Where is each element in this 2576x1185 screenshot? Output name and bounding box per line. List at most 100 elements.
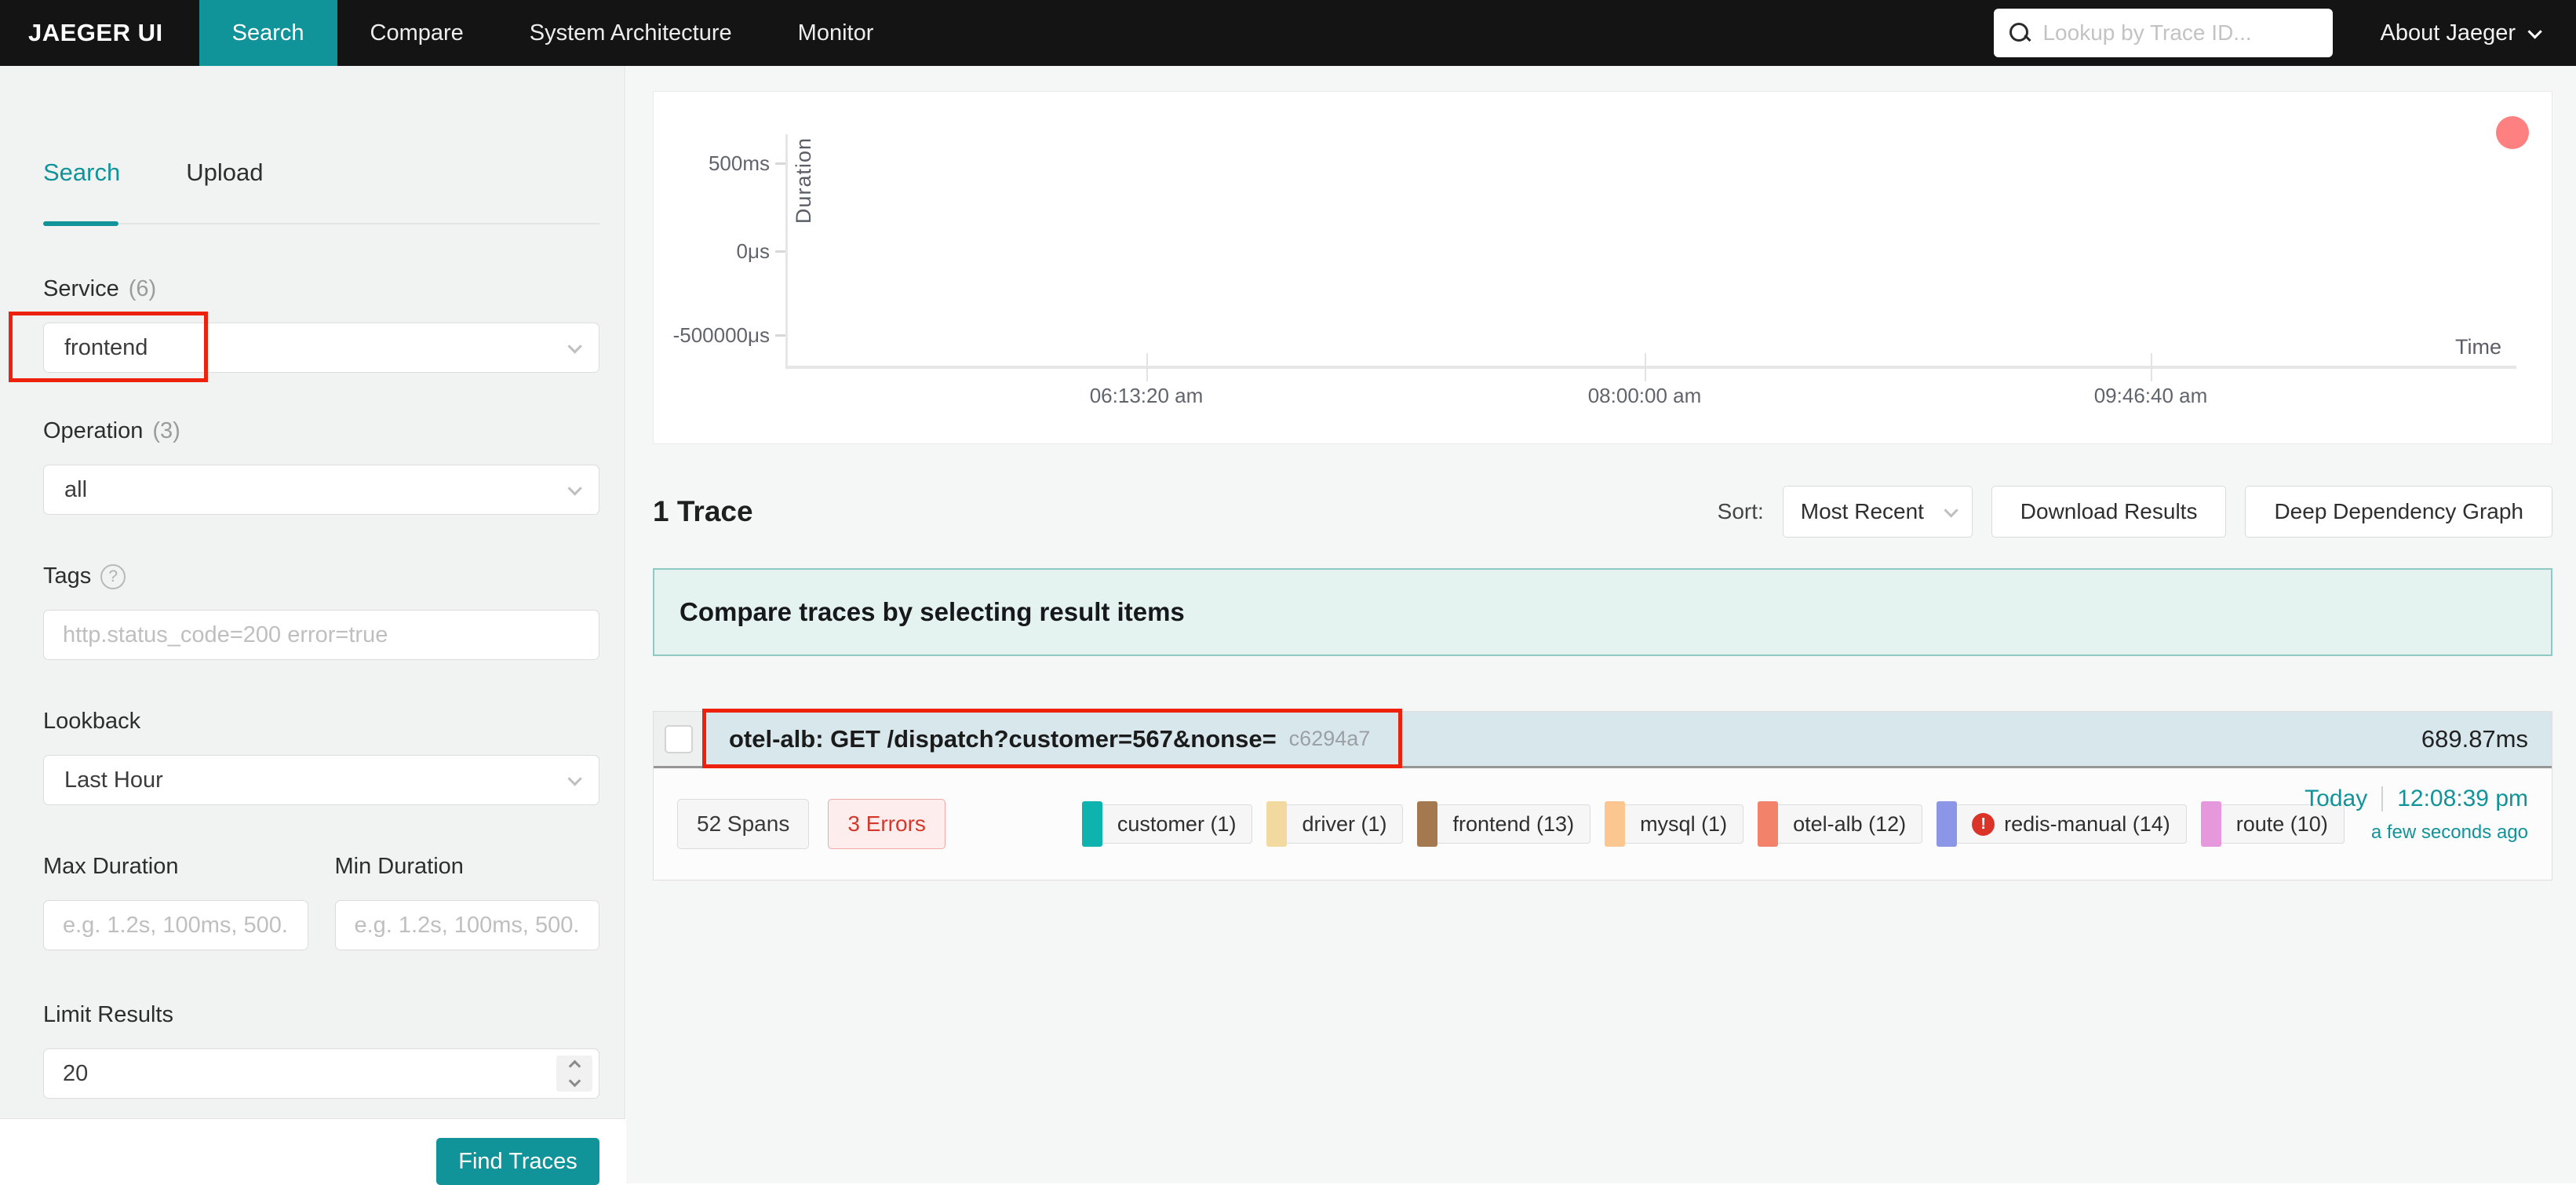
- min-duration-input[interactable]: [334, 900, 599, 950]
- y-axis-title: Duration: [792, 137, 815, 224]
- help-icon[interactable]: ?: [100, 563, 126, 589]
- operation-select[interactable]: all: [43, 465, 599, 515]
- tags-input[interactable]: [43, 610, 599, 660]
- compare-banner: Compare traces by selecting result items: [653, 568, 2552, 656]
- trace-result-card: otel-alb: GET /dispatch?customer=567&non…: [653, 709, 2552, 881]
- x-axis-line: [785, 366, 2516, 369]
- trace-id-search-box[interactable]: [1994, 9, 2334, 57]
- trace-count: 1 Trace: [653, 495, 753, 527]
- limit-results-label-text: Limit Results: [43, 1002, 173, 1027]
- error-icon: !: [1972, 812, 1995, 836]
- service-color-swatch: [1937, 801, 1958, 847]
- service-select[interactable]: frontend: [43, 323, 599, 373]
- trace-id-search-input[interactable]: [2042, 20, 2319, 46]
- service-color-swatch: [1605, 801, 1626, 847]
- max-duration-label-text: Max Duration: [43, 854, 179, 879]
- service-color-swatch: [1417, 801, 1438, 847]
- app-logo: JAEGER UI: [28, 19, 163, 46]
- trace-result-body: 52 Spans 3 Errors customer (1) driver (1…: [654, 768, 2552, 880]
- service-chip-redis-manual: ! redis-manual (14): [1937, 801, 2187, 847]
- tab-upload[interactable]: Upload: [186, 159, 263, 187]
- lookback-label: Lookback: [43, 709, 599, 735]
- chevron-down-icon: [568, 1074, 581, 1088]
- service-color-swatch: [1266, 801, 1288, 847]
- service-color-swatch: [1081, 801, 1102, 847]
- trace-scatter-point[interactable]: [2496, 116, 2529, 149]
- lookback-select[interactable]: Last Hour: [43, 755, 599, 805]
- nav-tab-monitor[interactable]: Monitor: [765, 0, 907, 66]
- service-select-value: frontend: [64, 334, 148, 360]
- nav-tab-search[interactable]: Search: [199, 0, 337, 66]
- x-tick-mark: [2151, 353, 2152, 381]
- y-tick-mark: [775, 334, 785, 337]
- service-chip-mysql: mysql (1): [1605, 801, 1744, 847]
- sort-label: Sort:: [1717, 499, 1764, 523]
- nav-tab-system-architecture[interactable]: System Architecture: [497, 0, 765, 66]
- limit-results-label: Limit Results: [43, 1002, 599, 1028]
- about-jaeger-menu[interactable]: About Jaeger: [2380, 20, 2542, 46]
- deep-dependency-graph-button[interactable]: Deep Dependency Graph: [2245, 486, 2552, 538]
- trace-id: c6294a7: [1288, 727, 1371, 750]
- trace-time: 12:08:39 pm: [2397, 786, 2528, 811]
- tab-search[interactable]: Search: [43, 159, 120, 187]
- about-jaeger-label: About Jaeger: [2380, 20, 2516, 46]
- service-label-text: Service: [43, 276, 119, 301]
- trace-title[interactable]: otel-alb: GET /dispatch?customer=567&non…: [729, 725, 1277, 753]
- x-tick-label: 06:13:20 am: [1089, 384, 1204, 407]
- tags-label-text: Tags: [43, 563, 92, 589]
- service-chip-frontend: frontend (13): [1417, 801, 1591, 847]
- service-chip-otel-alb: otel-alb (12): [1758, 801, 1923, 847]
- find-traces-button[interactable]: Find Traces: [436, 1138, 599, 1185]
- nav-tab-compare[interactable]: Compare: [337, 0, 497, 66]
- max-duration-input[interactable]: [43, 900, 308, 950]
- service-chip-label: otel-alb (12): [1793, 811, 1907, 836]
- tags-label: Tags ?: [43, 563, 599, 589]
- top-navbar: JAEGER UI Search Compare System Architec…: [0, 0, 2576, 66]
- tab-divider: [43, 221, 599, 226]
- trace-title-area: otel-alb: GET /dispatch?customer=567&non…: [704, 712, 2552, 766]
- chevron-down-icon: [1944, 502, 1958, 518]
- chevron-down-icon: [567, 771, 582, 786]
- min-duration-label-text: Min Duration: [334, 854, 464, 879]
- chevron-down-icon: [567, 480, 582, 496]
- trace-checkbox-cell: [654, 712, 704, 766]
- lookback-select-value: Last Hour: [64, 767, 163, 793]
- service-chip-driver: driver (1): [1266, 801, 1404, 847]
- sort-select-value: Most Recent: [1800, 499, 1924, 523]
- active-tab-indicator: [43, 221, 118, 226]
- duration-scatter-plot: 500ms 0μs -500000μs Duration 06:13:20 am…: [653, 91, 2552, 444]
- operation-select-value: all: [64, 476, 88, 502]
- service-chip-label: customer (1): [1117, 811, 1237, 836]
- lookback-label-text: Lookback: [43, 709, 141, 734]
- download-results-button[interactable]: Download Results: [1991, 486, 2227, 538]
- trace-timestamp: Today 12:08:39 pm a few seconds ago: [2305, 786, 2528, 844]
- max-duration-label: Max Duration: [43, 854, 308, 880]
- x-tick-label: 08:00:00 am: [1587, 384, 1702, 407]
- limit-results-input[interactable]: [43, 1048, 599, 1099]
- x-tick-label: 09:46:40 am: [2093, 384, 2208, 407]
- sort-select[interactable]: Most Recent: [1782, 486, 1973, 538]
- min-duration-label: Min Duration: [335, 854, 600, 880]
- y-tick-label: 500ms: [708, 151, 770, 175]
- y-tick-mark: [775, 250, 785, 253]
- trace-relative-time: a few seconds ago: [2370, 822, 2528, 843]
- operation-label: Operation (3): [43, 418, 599, 444]
- y-axis-line: [785, 134, 788, 369]
- y-tick-mark: [775, 162, 785, 165]
- trace-result-header[interactable]: otel-alb: GET /dispatch?customer=567&non…: [654, 709, 2552, 768]
- compare-banner-text: Compare traces by selecting result items: [680, 597, 1185, 626]
- timestamp-divider: [2381, 786, 2384, 811]
- service-label: Service (6): [43, 276, 599, 302]
- results-header: 1 Trace Sort: Most Recent Download Resul…: [653, 472, 2552, 551]
- trace-compare-checkbox[interactable]: [665, 724, 693, 753]
- main-area: 500ms 0μs -500000μs Duration 06:13:20 am…: [626, 66, 2576, 1183]
- sidebar-tabs: Search Upload: [43, 159, 599, 187]
- chevron-up-icon: [568, 1059, 581, 1073]
- service-count: (6): [128, 276, 157, 301]
- number-stepper[interactable]: [556, 1056, 592, 1092]
- x-tick-mark: [1146, 353, 1148, 381]
- chevron-down-icon: [2527, 24, 2542, 39]
- x-tick-mark: [1645, 353, 1646, 381]
- error-count-badge: 3 Errors: [828, 799, 946, 849]
- service-chip-label: redis-manual (14): [2004, 811, 2170, 836]
